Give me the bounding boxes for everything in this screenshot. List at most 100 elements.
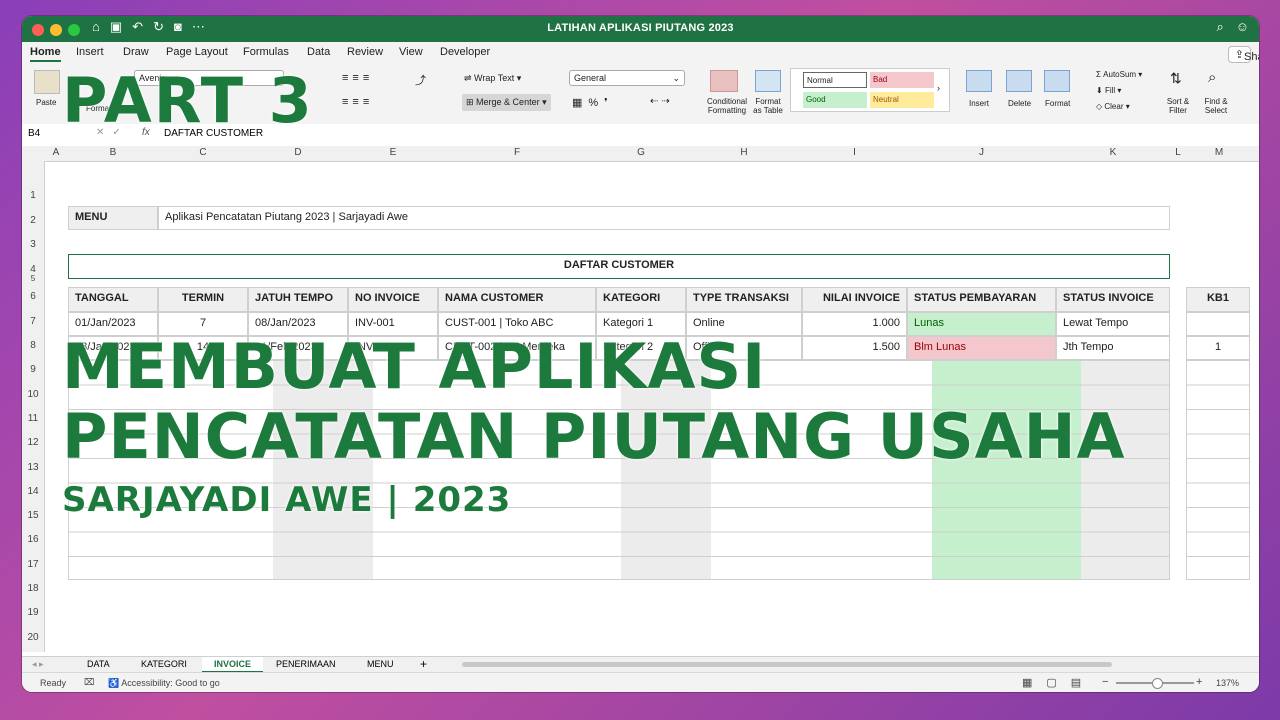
column-header[interactable]: F bbox=[438, 147, 596, 158]
column-header[interactable]: L bbox=[1170, 147, 1186, 158]
menu-label-cell[interactable]: MENU bbox=[68, 206, 158, 230]
tab-view[interactable]: View bbox=[399, 46, 423, 58]
status-pembayaran-cell[interactable]: Blm Lunas bbox=[907, 336, 1056, 360]
header-nama-customer[interactable]: NAMA CUSTOMER bbox=[438, 287, 596, 312]
sheet-nav-icons[interactable]: ◂ ▸ bbox=[32, 659, 44, 670]
column-header[interactable]: I bbox=[802, 147, 907, 158]
header-termin[interactable]: TERMIN bbox=[158, 287, 248, 312]
tab-draw[interactable]: Draw bbox=[123, 46, 149, 58]
table-cell[interactable] bbox=[1186, 312, 1250, 336]
row-header[interactable]: 2 bbox=[22, 215, 44, 226]
wrap-text-button[interactable]: ⇌ Wrap Text ▾ bbox=[464, 73, 521, 84]
sheet-tab-penerimaan[interactable]: PENERIMAAN bbox=[276, 659, 336, 669]
conditional-formatting-label[interactable]: Conditional Formatting bbox=[704, 97, 750, 115]
row-header[interactable]: 17 bbox=[22, 559, 44, 570]
table-cell[interactable]: Lewat Tempo bbox=[1056, 312, 1170, 336]
find-select-label[interactable]: Find & Select bbox=[1200, 97, 1232, 115]
format-as-table-label[interactable]: Format as Table bbox=[751, 97, 785, 115]
number-format-icons[interactable]: ▦%❜ bbox=[572, 96, 614, 109]
column-header[interactable]: E bbox=[348, 147, 438, 158]
delete-label[interactable]: Delete bbox=[1008, 99, 1031, 108]
align-icons[interactable]: ≡≡≡ bbox=[342, 72, 373, 84]
search-icon[interactable]: ⌕ bbox=[1216, 19, 1223, 35]
column-header[interactable]: A bbox=[44, 147, 68, 158]
header-kb1[interactable]: KB1 bbox=[1186, 287, 1250, 312]
number-format-select[interactable]: General ⌄ bbox=[569, 70, 685, 86]
zoom-out-icon[interactable]: − bbox=[1102, 676, 1108, 688]
style-neutral[interactable]: Neutral bbox=[870, 92, 934, 108]
fill-button[interactable]: ⬇ Fill ▾ bbox=[1096, 86, 1121, 95]
style-normal[interactable]: Normal bbox=[803, 72, 867, 88]
tab-page-layout[interactable]: Page Layout bbox=[166, 46, 228, 58]
format-as-table-icon[interactable] bbox=[755, 70, 781, 92]
row-header[interactable]: 16 bbox=[22, 534, 44, 545]
column-header[interactable]: H bbox=[686, 147, 802, 158]
row-header[interactable]: 15 bbox=[22, 510, 44, 521]
column-header[interactable]: G bbox=[596, 147, 686, 158]
table-cell[interactable]: 1.500 bbox=[802, 336, 907, 360]
find-select-icon[interactable]: ⌕ bbox=[1208, 69, 1216, 86]
sort-filter-label[interactable]: Sort & Filter bbox=[1162, 97, 1194, 115]
view-mode-icons[interactable]: ▦▢▤ bbox=[1022, 676, 1095, 689]
row-header[interactable]: 13 bbox=[22, 462, 44, 473]
header-no-invoice[interactable]: NO INVOICE bbox=[348, 287, 438, 312]
tab-developer[interactable]: Developer bbox=[440, 46, 490, 58]
row-header[interactable]: 18 bbox=[22, 583, 44, 594]
header-tanggal[interactable]: TANGGAL bbox=[68, 287, 158, 312]
tab-data[interactable]: Data bbox=[307, 46, 330, 58]
format-cells-icon[interactable] bbox=[1044, 70, 1070, 92]
header-type-transaksi[interactable]: TYPE TRANSAKSI bbox=[686, 287, 802, 312]
column-header[interactable]: C bbox=[158, 147, 248, 158]
tab-review[interactable]: Review bbox=[347, 46, 383, 58]
clear-button[interactable]: ◇ Clear ▾ bbox=[1096, 102, 1130, 111]
merge-center-button[interactable]: ⊞ Merge & Center ▾ bbox=[462, 94, 551, 111]
orientation-icon[interactable]: ⤴ bbox=[415, 72, 426, 88]
row-header[interactable]: 7 bbox=[22, 316, 44, 327]
row-header[interactable]: 19 bbox=[22, 607, 44, 618]
sheet-tab-data[interactable]: DATA bbox=[87, 659, 110, 669]
tab-home[interactable]: Home bbox=[30, 46, 61, 62]
sort-filter-icon[interactable]: ⇅ bbox=[1170, 70, 1182, 87]
gallery-more-icon[interactable]: › bbox=[937, 83, 940, 93]
row-header[interactable]: 12 bbox=[22, 437, 44, 448]
row-header[interactable]: 9 bbox=[22, 364, 44, 375]
autosum-button[interactable]: Σ AutoSum ▾ bbox=[1096, 70, 1142, 79]
table-cell[interactable]: 1.000 bbox=[802, 312, 907, 336]
share-button[interactable]: ⇪ Share bbox=[1227, 46, 1259, 63]
row-header[interactable]: 11 bbox=[22, 413, 44, 424]
status-pembayaran-cell[interactable]: Lunas bbox=[907, 312, 1056, 336]
sheet-tab-invoice[interactable]: INVOICE bbox=[202, 657, 264, 673]
table-cell[interactable]: Jth Tempo bbox=[1056, 336, 1170, 360]
accessibility-status[interactable]: ♿ Accessibility: Good to go bbox=[108, 678, 220, 689]
column-header[interactable]: D bbox=[248, 147, 348, 158]
tab-formulas[interactable]: Formulas bbox=[243, 46, 289, 58]
tab-insert[interactable]: Insert bbox=[76, 46, 104, 58]
zoom-level[interactable]: 137% bbox=[1216, 678, 1239, 688]
insert-cells-icon[interactable] bbox=[966, 70, 992, 92]
add-sheet-icon[interactable]: + bbox=[420, 657, 427, 671]
row-header[interactable]: 1 bbox=[22, 190, 44, 201]
decimal-icons[interactable]: ⇠⇢ bbox=[650, 96, 673, 107]
menu-value-cell[interactable]: Aplikasi Pencatatan Piutang 2023 | Sarja… bbox=[158, 206, 1170, 230]
empty-kb1-column[interactable] bbox=[1186, 360, 1250, 580]
column-header[interactable]: B bbox=[68, 147, 158, 158]
row-header[interactable]: 3 bbox=[22, 239, 44, 250]
paste-icon[interactable] bbox=[34, 70, 60, 94]
insert-label[interactable]: Insert bbox=[969, 99, 989, 108]
row-header[interactable]: 14 bbox=[22, 486, 44, 497]
sheet-tab-kategori[interactable]: KATEGORI bbox=[141, 659, 187, 669]
column-header[interactable]: M bbox=[1186, 147, 1252, 158]
row-header[interactable]: 6 bbox=[22, 291, 44, 302]
zoom-in-icon[interactable]: + bbox=[1196, 676, 1202, 688]
align-icons-2[interactable]: ≡≡≡ bbox=[342, 96, 373, 108]
row-header[interactable]: 8 bbox=[22, 340, 44, 351]
delete-cells-icon[interactable] bbox=[1006, 70, 1032, 92]
header-jatuh-tempo[interactable]: JATUH TEMPO bbox=[248, 287, 348, 312]
sheet-tab-menu[interactable]: MENU bbox=[367, 659, 394, 669]
column-header[interactable]: J bbox=[907, 147, 1056, 158]
zoom-slider-handle[interactable] bbox=[1152, 678, 1163, 689]
horizontal-scrollbar[interactable] bbox=[462, 662, 1112, 667]
row-header[interactable]: 10 bbox=[22, 389, 44, 400]
macro-icon[interactable]: ⌧ bbox=[84, 677, 94, 688]
conditional-formatting-icon[interactable] bbox=[710, 70, 738, 92]
